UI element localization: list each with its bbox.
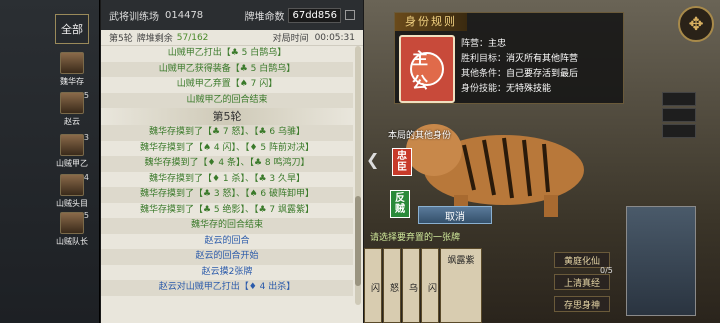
player-name: 山贼甲乙: [56, 159, 88, 168]
filter-all-button[interactable]: 全部: [55, 14, 89, 44]
identity-card: 主公: [399, 35, 455, 103]
log-line: 魏华存摸到了【♦ 4 条】、【♣ 8 鸣鸿刀】: [101, 156, 353, 172]
info-value: 消灭所有其他阵营: [506, 54, 579, 64]
log-line: 赵云的回合: [204, 235, 250, 246]
role-card-rebel[interactable]: 反贼: [390, 190, 410, 218]
log-line: 魏华存摸到了【♣ 3 怒】、【♠ 6 破阵卸甲】: [101, 187, 353, 203]
deck-label: 牌堆命数: [244, 11, 285, 23]
copy-icon[interactable]: [345, 10, 355, 20]
log-line: 魏华存摸到了【♠ 4 闪】、【♦ 5 阵前对决】: [139, 142, 315, 153]
role-card-loyalist[interactable]: 忠臣: [392, 148, 412, 176]
skill-button-cunsi[interactable]: 存思身神: [554, 296, 610, 312]
info-value: 主忠: [488, 39, 507, 49]
hand-cards: 闪 怒 乌 闪 飒露紫: [364, 248, 550, 323]
avatar: 5: [60, 211, 89, 234]
chevron-left-icon[interactable]: ❮: [366, 150, 379, 172]
knot-icon: ✥: [688, 13, 704, 35]
remaining-count: 57/162: [176, 32, 209, 43]
log-subheader: 第5轮 牌堆剩余 57/162 对局时间 00:05:31: [101, 30, 363, 46]
hp-count: 4: [83, 173, 89, 182]
identity-rules-dialog: 身份规则 主公 阵营：主忠 胜利目标：消灭所有其他阵营 其他条件：自己要存活到最…: [394, 12, 624, 104]
player-shanzei-jiayi[interactable]: 3 山贼甲乙: [55, 133, 89, 169]
log-line: 魏华存摸到了【♣ 5 绝影】、【♣ 7 飒露紫】: [139, 204, 315, 215]
log-line: 魏华存的回合结束: [101, 218, 353, 234]
dialog-title: 身份规则: [395, 13, 467, 31]
player-list: 全部 魏华存 5 赵云 3 山贼甲乙 4 山贼头目 5 山贼队长: [0, 0, 100, 323]
log-line: 赵云对山贼甲乙打出【♦ 4 出杀】: [101, 280, 353, 296]
hand-card[interactable]: 闪: [364, 248, 382, 323]
info-value: 自己要存活到最后: [506, 69, 579, 79]
scrollbar-thumb[interactable]: [355, 196, 361, 286]
player-weihuacun[interactable]: 魏华存: [55, 52, 89, 87]
avatar: 4: [60, 173, 89, 196]
round-label: 第5轮: [109, 34, 133, 44]
round-title: 第5轮: [101, 108, 353, 125]
log-line: 山贼甲乙弃置【♠ 7 闪】: [176, 79, 278, 89]
game-log-panel: 武将训练场 014478 牌堆命数 67dd856 第5轮 牌堆剩余 57/16…: [101, 0, 363, 323]
hp-count: 3: [83, 133, 89, 142]
log-line: 赵云摸2张牌: [201, 266, 253, 277]
other-identities-label: 本局的其他身份: [388, 131, 452, 141]
log-line: 魏华存摸到了【♦ 1 杀】、【♣ 3 久旱】: [148, 173, 306, 184]
side-slot: [662, 108, 696, 122]
log-line: 魏华存摸到了【♣ 7 怒】、【♣ 6 乌骓】: [101, 125, 353, 141]
menu-button[interactable]: ✥: [678, 6, 714, 42]
hand-card[interactable]: 乌: [402, 248, 420, 323]
tiger-illustration: [406, 124, 584, 217]
log-line: 赵云的回合开始: [101, 249, 353, 265]
hp-count: 5: [83, 91, 89, 100]
status-prompt: 请选择要弃置的一张牌: [370, 233, 461, 243]
log-scrollbar[interactable]: [355, 46, 361, 305]
room-name: 武将训练场: [109, 11, 159, 23]
info-key: 胜利目标：: [461, 54, 507, 64]
player-name: 山贼队长: [56, 237, 88, 246]
identity-card-label: 主公: [410, 49, 444, 92]
room-id: 014478: [165, 9, 204, 21]
hand-card[interactable]: 闪: [421, 248, 439, 323]
remaining-label: 牌堆剩余: [136, 34, 173, 44]
log-header: 武将训练场 014478 牌堆命数 67dd856: [101, 0, 363, 30]
identity-info: 阵营：主忠 胜利目标：消灭所有其他阵营 其他条件：自己要存活到最后 身份技能：无…: [461, 37, 578, 97]
info-key: 身份技能：: [461, 84, 507, 94]
info-key: 其他条件：: [461, 69, 507, 79]
hero-portrait: [626, 206, 696, 316]
player-name: 山贼头目: [56, 199, 88, 208]
hand-card[interactable]: 怒: [383, 248, 401, 323]
info-value: 无特殊技能: [506, 84, 552, 94]
info-key: 阵营：: [461, 39, 489, 49]
side-slots: [662, 92, 696, 138]
side-slot: [662, 92, 696, 106]
player-name: 魏华存: [60, 77, 84, 86]
side-slot: [662, 124, 696, 138]
avatar: 5: [60, 91, 89, 114]
player-shanzei-duizhang[interactable]: 5 山贼队长: [55, 211, 89, 247]
log-line: 山贼甲乙打出【♣ 5 白鹄乌】: [167, 48, 287, 58]
avatar: [60, 52, 84, 74]
cancel-button[interactable]: 取消: [418, 206, 492, 224]
hp-count: 5: [83, 211, 89, 220]
log-line: 山贼甲乙的回合结束: [101, 92, 353, 108]
skill-button-shangqing[interactable]: 上清真经: [554, 274, 610, 290]
log-line: 山贼甲乙获得装备【♣ 5 白鹄乌】: [101, 61, 353, 77]
avatar: 3: [60, 133, 89, 156]
log-lines[interactable]: 山贼甲乙打出【♣ 5 白鹄乌】山贼甲乙获得装备【♣ 5 白鹄乌】山贼甲乙弃置【♠…: [101, 46, 353, 323]
game-time: 00:05:31: [314, 32, 355, 43]
player-zhaoyun[interactable]: 5 赵云: [55, 91, 89, 127]
deck-id-field[interactable]: 67dd856: [288, 7, 341, 23]
player-name: 赵云: [64, 117, 80, 126]
game-scene: ✥ 身份规则 主公 阵营：主忠 胜利目标：消灭所有其他阵营 其他条件：自己要存活…: [364, 0, 720, 323]
player-shanzei-toumu[interactable]: 4 山贼头目: [55, 173, 89, 209]
time-label: 对局时间: [272, 34, 309, 44]
hand-card[interactable]: 飒露紫: [440, 248, 482, 323]
